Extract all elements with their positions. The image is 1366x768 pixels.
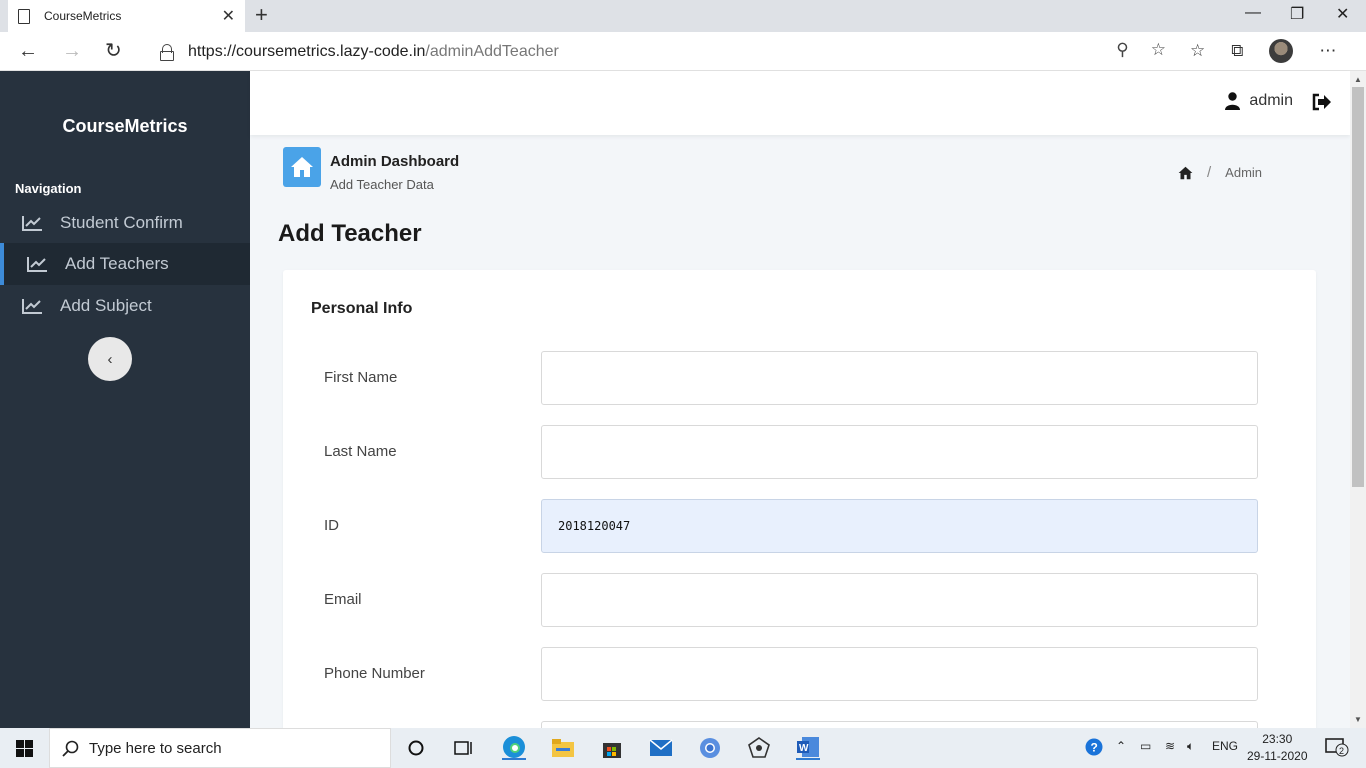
edge-browser-icon[interactable] xyxy=(502,736,526,760)
home-tile xyxy=(283,147,321,187)
file-explorer-icon[interactable] xyxy=(551,736,575,760)
svg-text:?: ? xyxy=(1091,741,1098,755)
chevron-left-icon: ‹ xyxy=(107,350,113,368)
user-menu[interactable]: admin xyxy=(1225,92,1293,110)
sidebar-item-student-confirm[interactable]: Student Confirm xyxy=(0,202,250,244)
username: admin xyxy=(1249,92,1293,109)
phone-number-label: Phone Number xyxy=(324,665,425,682)
sidebar-item-label: Add Subject xyxy=(60,296,152,315)
svg-text:W: W xyxy=(799,743,809,754)
top-header: admin xyxy=(250,71,1350,135)
restore-icon[interactable]: ❐ xyxy=(1290,4,1304,24)
email-field[interactable] xyxy=(541,573,1258,627)
back-icon[interactable]: ← xyxy=(18,39,38,63)
sidebar-item-add-teachers[interactable]: Add Teachers xyxy=(0,243,250,285)
user-icon xyxy=(1225,92,1241,110)
address-bar[interactable]: https://coursemetrics.lazy-code.in/admin… xyxy=(144,36,1174,67)
page-icon xyxy=(18,8,30,24)
clock-time: 23:30 xyxy=(1262,732,1293,746)
chevron-up-icon[interactable]: ⌃ xyxy=(1116,739,1126,753)
windows-start-icon[interactable] xyxy=(16,740,33,757)
sidebar-item-label: Student Confirm xyxy=(60,213,183,232)
cortana-icon[interactable] xyxy=(404,736,428,760)
windows-taskbar: Type here to search W ? ⌃ ▭ ≋ 🔈︎ ENG 23:… xyxy=(0,728,1366,768)
url-text: https://coursemetrics.lazy-code.in/admin… xyxy=(188,42,559,60)
lock-icon xyxy=(160,43,174,61)
notifications-icon[interactable]: 2 xyxy=(1325,737,1349,760)
app-icon[interactable] xyxy=(747,736,771,760)
breadcrumb-current: Admin xyxy=(1225,165,1263,180)
key-icon[interactable]: ⚲ xyxy=(1116,40,1128,60)
personal-info-card: Personal Info First Name Last Name ID Em… xyxy=(283,270,1316,768)
scroll-thumb[interactable] xyxy=(1352,87,1364,487)
language-indicator[interactable]: ENG xyxy=(1212,739,1238,753)
id-field[interactable] xyxy=(541,499,1258,553)
breadcrumb-separator: / xyxy=(1207,164,1212,181)
store-icon[interactable] xyxy=(600,736,624,760)
breadcrumb: / Admin xyxy=(1178,164,1262,181)
mail-icon[interactable] xyxy=(649,736,673,760)
email-label: Email xyxy=(324,591,362,608)
first-name-field[interactable] xyxy=(541,351,1258,405)
more-options-icon[interactable]: ⋯ xyxy=(1319,41,1336,61)
close-window-icon[interactable]: ✕ xyxy=(1336,4,1349,24)
home-icon[interactable] xyxy=(1178,166,1193,180)
chrome-icon[interactable] xyxy=(698,736,722,760)
close-tab-icon[interactable]: ✕ xyxy=(222,6,235,26)
card-title: Personal Info xyxy=(311,300,413,317)
logout-button[interactable] xyxy=(1312,93,1332,116)
dashboard-subtitle: Add Teacher Data xyxy=(330,177,434,192)
help-icon[interactable]: ? xyxy=(1085,738,1103,759)
collections-icon[interactable]: ⧉ xyxy=(1231,41,1243,61)
first-name-label: First Name xyxy=(324,369,398,386)
sidebar: CourseMetrics Navigation Student Confirm… xyxy=(0,71,250,728)
nav-heading: Navigation xyxy=(15,181,82,196)
browser-tab-bar: CourseMetrics ✕ + — ❐ ✕ xyxy=(0,0,1366,32)
line-chart-icon xyxy=(27,257,47,272)
phone-number-field[interactable] xyxy=(541,647,1258,701)
id-label: ID xyxy=(324,517,339,534)
forward-icon[interactable]: → xyxy=(62,39,82,63)
sidebar-item-add-subject[interactable]: Add Subject xyxy=(0,285,250,327)
minimize-icon[interactable]: — xyxy=(1245,4,1261,22)
home-icon xyxy=(291,157,313,177)
browser-tab[interactable]: CourseMetrics ✕ xyxy=(8,0,245,32)
favorites-icon[interactable]: ☆ xyxy=(1190,41,1205,61)
favorite-star-icon[interactable]: ☆ xyxy=(1151,40,1166,60)
search-icon xyxy=(62,740,79,757)
clock-date: 29-11-2020 xyxy=(1247,749,1308,763)
taskbar-search-input[interactable]: Type here to search xyxy=(49,728,391,768)
search-placeholder: Type here to search xyxy=(89,739,222,757)
last-name-field[interactable] xyxy=(541,425,1258,479)
browser-toolbar: ← → ↻ https://coursemetrics.lazy-code.in… xyxy=(0,32,1366,71)
task-view-icon[interactable] xyxy=(452,736,476,760)
profile-avatar[interactable] xyxy=(1269,39,1294,63)
page-title: Add Teacher xyxy=(278,220,422,247)
battery-icon[interactable]: ▭ xyxy=(1140,739,1151,753)
sidebar-item-label: Add Teachers xyxy=(65,254,169,273)
scroll-up-icon[interactable]: ▲ xyxy=(1354,75,1362,84)
tab-title: CourseMetrics xyxy=(44,9,122,23)
refresh-icon[interactable]: ↻ xyxy=(105,39,122,63)
line-chart-icon xyxy=(22,216,42,231)
page-scrollbar[interactable]: ▲ ▼ xyxy=(1350,71,1366,728)
notification-count: 2 xyxy=(1339,746,1344,756)
new-tab-icon[interactable]: + xyxy=(255,3,268,27)
last-name-label: Last Name xyxy=(324,443,397,460)
wifi-icon[interactable]: ≋ xyxy=(1165,739,1175,753)
volume-icon[interactable]: 🔈︎ xyxy=(1187,739,1194,754)
logout-icon xyxy=(1312,93,1331,111)
brand-title[interactable]: CourseMetrics xyxy=(0,116,250,137)
dashboard-title: Admin Dashboard xyxy=(330,153,460,170)
word-icon[interactable]: W xyxy=(796,736,820,760)
collapse-sidebar-button[interactable]: ‹ xyxy=(88,337,132,381)
taskbar-clock[interactable]: 23:30 29-11-2020 xyxy=(1247,731,1308,765)
line-chart-icon xyxy=(22,299,42,314)
scroll-down-icon[interactable]: ▼ xyxy=(1354,715,1362,724)
